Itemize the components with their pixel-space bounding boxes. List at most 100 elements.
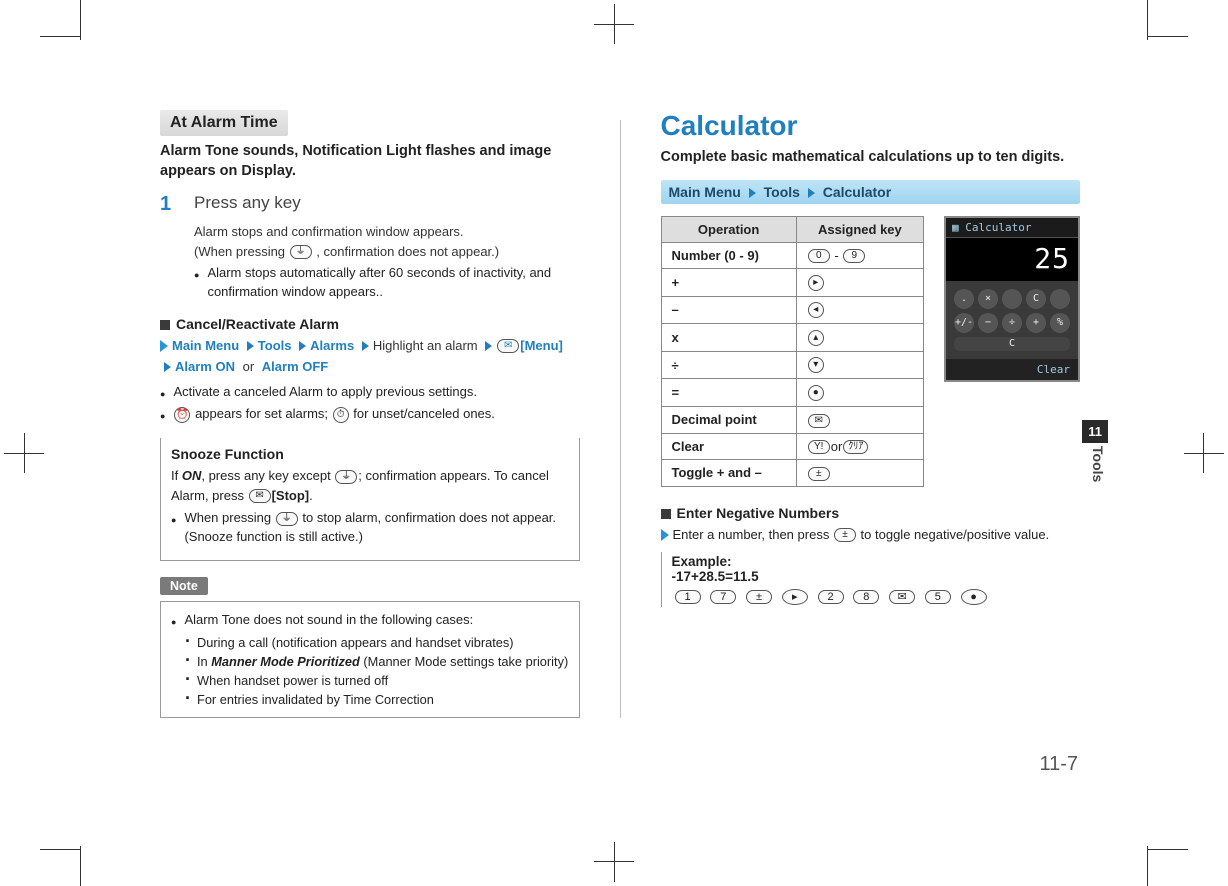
- enter-negative-heading: Enter Negative Numbers: [661, 505, 1081, 521]
- one-key-icon: 1: [675, 590, 701, 604]
- chapter-label: Tools: [1090, 446, 1106, 482]
- text: If: [171, 468, 182, 483]
- note-subitem: In Manner Mode Prioritized (Manner Mode …: [185, 652, 569, 671]
- text: In Manner Mode Prioritized (Manner Mode …: [197, 652, 568, 671]
- calc-display: 25: [946, 238, 1078, 281]
- nav-menu-label: [Menu]: [520, 338, 563, 353]
- nine-key-icon: 9: [843, 249, 865, 263]
- mail-key-icon: ✉: [808, 414, 830, 428]
- y-key-icon: Y!: [808, 440, 830, 454]
- nav-left-key-icon: ◂: [808, 302, 824, 318]
- text: +: [672, 275, 680, 290]
- bullet-item: Activate a canceled Alarm to apply previ…: [160, 383, 580, 402]
- pad-key: %: [1050, 313, 1070, 333]
- column-divider: [620, 120, 621, 718]
- example-key-sequence: 1 7 ± ▸ 2 8 ✉ 5 ●: [672, 588, 1081, 604]
- th-assigned-key: Assigned key: [796, 216, 923, 242]
- text: , press any key except: [201, 468, 334, 483]
- text: Calculator: [965, 221, 1031, 234]
- pad-key-wide: C: [954, 337, 1070, 351]
- table-row: Clear Y!orｸﾘｱ: [661, 433, 924, 460]
- arrow-icon: [160, 359, 175, 374]
- text: (When pressing: [194, 244, 289, 259]
- bullet-text: Alarm stops automatically after 60 secon…: [207, 264, 579, 302]
- example-label: Example:: [672, 554, 1081, 569]
- bullet-item: Alarm stops automatically after 60 secon…: [194, 264, 580, 302]
- nav-alarms: Alarms: [310, 338, 354, 353]
- text: Toggle + and –: [672, 465, 762, 480]
- pad-key: C: [1026, 289, 1046, 309]
- chevron-icon: [661, 527, 673, 542]
- zero-key-icon: 0: [808, 249, 830, 263]
- arrow-icon: [745, 184, 760, 200]
- pad-key: +: [1026, 313, 1046, 333]
- snooze-box: Snooze Function If ON, press any key exc…: [160, 438, 580, 561]
- pad-key: +/-: [954, 313, 974, 333]
- text-on: ON: [182, 468, 202, 483]
- text: For entries invalidated by Time Correcti…: [197, 690, 434, 709]
- step-body: Alarm stops and confirmation window appe…: [194, 222, 580, 261]
- five-key-icon: 5: [925, 590, 951, 604]
- chevron-icon: [160, 338, 172, 353]
- key-cell: ±: [796, 460, 923, 487]
- eight-key-icon: 8: [853, 590, 879, 604]
- op-cell: –: [661, 296, 796, 324]
- key-cell: ▸: [796, 269, 923, 297]
- cancel-reactivate-heading: Cancel/Reactivate Alarm: [160, 316, 580, 332]
- heading-text: Enter Negative Numbers: [677, 505, 840, 521]
- op-cell: Clear: [661, 433, 796, 460]
- alarm-set-icon: ⏰: [174, 407, 190, 423]
- note-subitem: During a call (notification appears and …: [185, 633, 569, 652]
- two-key-icon: 2: [818, 590, 844, 604]
- key-cell: ✉: [796, 406, 923, 433]
- arrow-icon: [804, 184, 819, 200]
- nav-highlight: Highlight an alarm: [373, 338, 478, 353]
- text: to toggle negative/positive value.: [857, 527, 1049, 542]
- mail-key-icon: ✉: [889, 590, 915, 604]
- nVihigtav-r-key-icon: ▸: [782, 589, 808, 605]
- toggle-sign-key-icon: ±: [808, 467, 830, 481]
- dot-icon: [185, 633, 191, 652]
- op-cell: ÷: [661, 351, 796, 379]
- table-row: Number (0 - 9) 0 - 9: [661, 242, 924, 269]
- arrow-icon: [243, 338, 258, 353]
- text: .: [309, 488, 313, 503]
- breadcrumb: Main Menu Tools Calculator: [661, 180, 1081, 204]
- pad-key: [1002, 289, 1022, 309]
- bullet-icon: [171, 611, 176, 630]
- text: for unset/canceled ones.: [353, 406, 495, 421]
- operations-table: Operation Assigned key Number (0 - 9) 0 …: [661, 216, 925, 487]
- nav-main-menu: Main Menu: [172, 338, 239, 353]
- table-row: ÷ ▾: [661, 351, 924, 379]
- dot-icon: [185, 690, 191, 709]
- calc-screenshot-title: ▦ Calculator: [946, 218, 1078, 238]
- table-row: Decimal point ✉: [661, 406, 924, 433]
- chapter-tab: 11: [1082, 420, 1108, 443]
- nav-right-key-icon: ▸: [808, 275, 824, 291]
- alarm-unset-icon: ⏱: [333, 407, 349, 423]
- pad-key: .: [954, 289, 974, 309]
- left-column: At Alarm Time Alarm Tone sounds, Notific…: [160, 110, 580, 718]
- bullet-icon: [171, 509, 176, 547]
- center-key-icon: ●: [961, 589, 987, 605]
- bc-main: Main Menu: [669, 184, 741, 200]
- end-call-key-icon: ⏚: [276, 512, 298, 526]
- op-cell: Number (0 - 9): [661, 242, 796, 269]
- nav-alarm-on: Alarm ON: [175, 359, 235, 374]
- note-box: Alarm Tone does not sound in the followi…: [160, 601, 580, 719]
- seven-key-icon: 7: [710, 590, 736, 604]
- pad-key: ×: [978, 289, 998, 309]
- bullet-item: Alarm Tone does not sound in the followi…: [171, 611, 569, 630]
- text: When handset power is turned off: [197, 671, 388, 690]
- example-equation: -17+28.5=11.5: [672, 569, 1081, 584]
- calc-softkey: Clear: [946, 359, 1078, 380]
- end-call-key-icon: ⏚: [335, 470, 357, 484]
- text: When pressing: [184, 510, 274, 525]
- nav-tools: Tools: [258, 338, 292, 353]
- stop-label: [Stop]: [272, 488, 310, 503]
- key-cell: Y!orｸﾘｱ: [796, 433, 923, 460]
- toggle-sign-key-icon: ±: [746, 590, 772, 604]
- example-box: Example: -17+28.5=11.5 1 7 ± ▸ 2 8 ✉ 5 ●: [661, 552, 1081, 606]
- calculator-heading: Calculator: [661, 110, 1081, 142]
- heading-text: Cancel/Reactivate Alarm: [176, 316, 339, 332]
